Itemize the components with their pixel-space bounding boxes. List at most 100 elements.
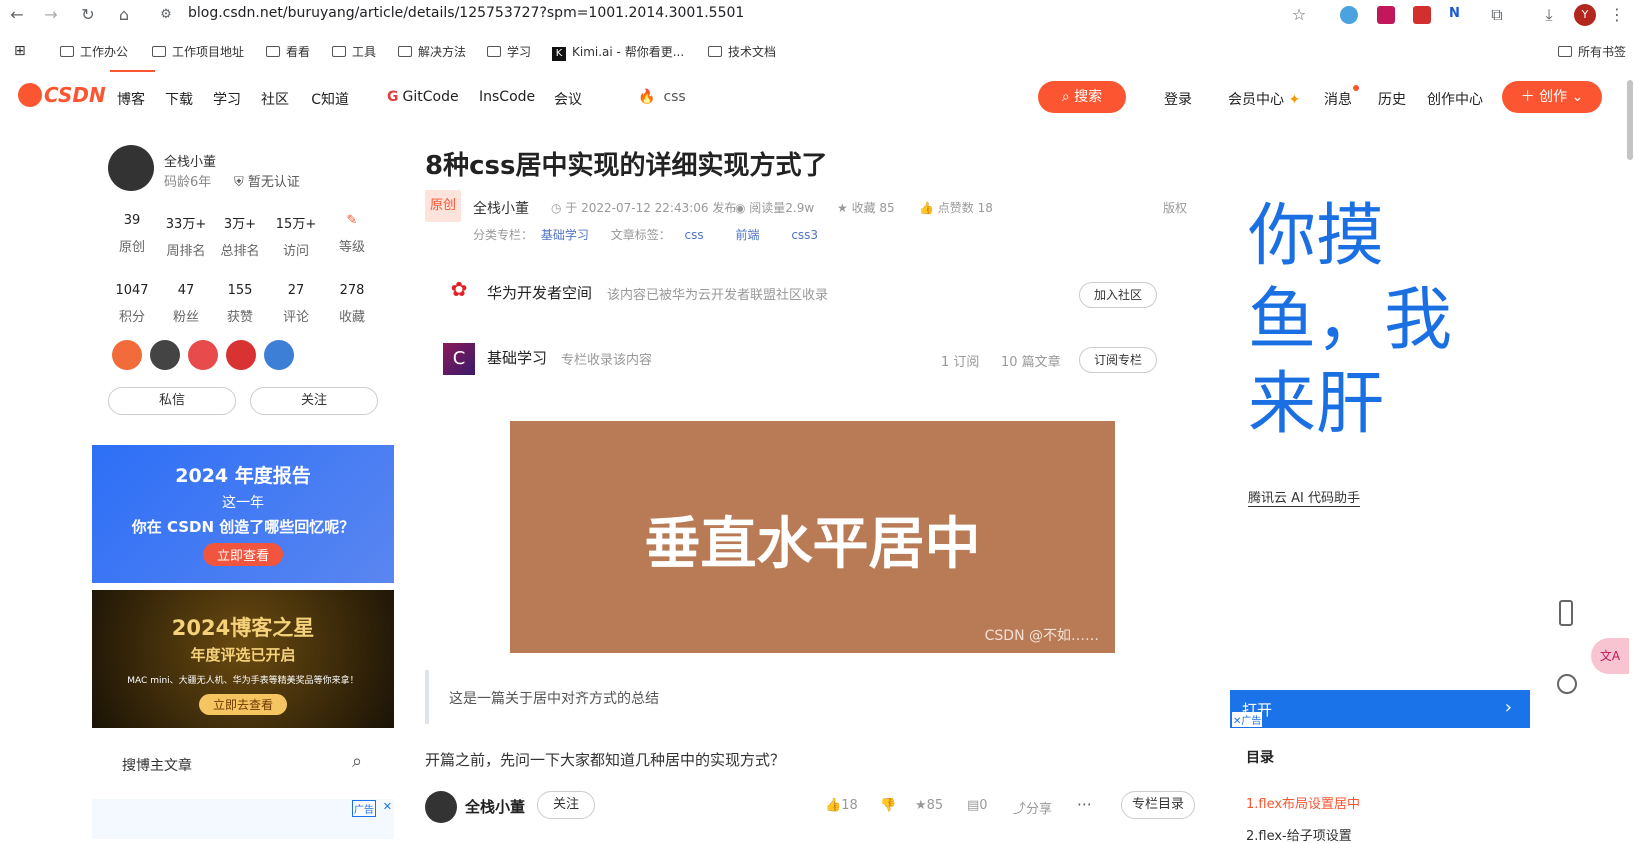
bookmark-folder[interactable]: 工作办公: [60, 43, 128, 60]
stat-fans[interactable]: 47 粉丝: [158, 283, 214, 325]
article-author[interactable]: 全栈小董: [473, 198, 529, 218]
bottom-favorite[interactable]: ★85: [915, 798, 943, 813]
avatar[interactable]: [425, 791, 457, 823]
like-count[interactable]: 👍 点赞数 18: [919, 199, 993, 216]
badge-icon[interactable]: [226, 340, 256, 370]
extension-icon[interactable]: N: [1449, 6, 1467, 24]
nav-learn[interactable]: 学习: [213, 89, 241, 109]
stat-week-rank[interactable]: 33万+ 周排名: [158, 213, 214, 259]
column-cover[interactable]: C: [443, 343, 475, 375]
url-bar[interactable]: blog.csdn.net/buruyang/article/details/1…: [188, 5, 744, 21]
creator-center[interactable]: 创作中心: [1427, 89, 1483, 109]
nav-community[interactable]: 社区: [261, 89, 289, 109]
badge-icon[interactable]: [150, 340, 180, 370]
message-button[interactable]: 私信: [108, 387, 236, 415]
blog-star-banner[interactable]: 2024博客之星 年度评选已开启 MAC mini、大疆无人机、华为手表等精美奖…: [92, 590, 394, 728]
extension-icon[interactable]: [1340, 6, 1358, 24]
bookmark-folder[interactable]: 工作项目地址: [152, 43, 244, 60]
nav-download[interactable]: 下载: [165, 89, 193, 109]
history[interactable]: 历史: [1378, 89, 1406, 109]
tencent-ad-link[interactable]: 腾讯云 AI 代码助手: [1248, 487, 1360, 507]
close-icon[interactable]: ✕: [383, 800, 392, 813]
stat-total-rank[interactable]: 3万+ 总排名: [212, 213, 268, 259]
forward-icon[interactable]: →: [40, 4, 62, 26]
column-name[interactable]: 基础学习: [487, 347, 547, 368]
tag-link[interactable]: 前端: [735, 228, 759, 242]
bottom-like[interactable]: 👍18: [825, 798, 858, 813]
star-view-button[interactable]: 立即去查看: [198, 694, 287, 715]
badge-icon[interactable]: [188, 340, 218, 370]
follow-button[interactable]: 关注: [250, 387, 378, 415]
menu-icon[interactable]: ⋮: [1606, 4, 1628, 26]
nav-cknow[interactable]: CC知道: [311, 89, 350, 109]
report-view-button[interactable]: 立即查看: [202, 543, 283, 566]
nav-blog[interactable]: 博客: [117, 89, 145, 109]
category-tag[interactable]: 基础学习: [541, 228, 589, 242]
scrollbar[interactable]: [1627, 80, 1633, 160]
bookmark-folder[interactable]: 解决方法: [398, 43, 466, 60]
subscribe-column-button[interactable]: 订阅专栏: [1079, 347, 1157, 373]
messages[interactable]: 消息: [1324, 89, 1352, 109]
stat-comments[interactable]: 27 评论: [268, 283, 324, 325]
bookmark-folder[interactable]: 技术文档: [708, 43, 776, 60]
stat-visits[interactable]: 15万+ 访问: [268, 213, 324, 259]
tag-link[interactable]: css3: [791, 228, 818, 242]
stat-likes[interactable]: 155 获赞: [212, 283, 268, 325]
badge-icon[interactable]: [112, 340, 142, 370]
bookmark-folder[interactable]: 工具: [332, 43, 376, 60]
extension-icon[interactable]: [1377, 6, 1395, 24]
search-button[interactable]: ⌕ 搜索: [1038, 81, 1126, 113]
toc-item[interactable]: 1.flex布局设置居中: [1246, 793, 1360, 812]
reload-icon[interactable]: ↻: [77, 4, 99, 26]
home-icon[interactable]: ⌂: [113, 4, 135, 26]
bookmark-folder[interactable]: 学习: [487, 43, 531, 60]
login-link[interactable]: 登录: [1164, 89, 1192, 109]
chat-icon[interactable]: [1557, 674, 1577, 694]
stat-points[interactable]: 1047 积分: [104, 283, 160, 325]
stat-favorites[interactable]: 278 收藏: [324, 283, 380, 325]
annual-report-banner[interactable]: 2024 年度报告 这一年 你在 CSDN 创造了哪些回忆呢？ 立即查看: [92, 445, 394, 583]
bottom-ad[interactable]: 广告 ✕: [92, 799, 394, 839]
vip-center[interactable]: 会员中心 ✦: [1228, 89, 1300, 109]
column-toc-button[interactable]: 专栏目录: [1121, 791, 1195, 819]
author-name[interactable]: 全栈小董: [164, 151, 216, 170]
nav-meeting[interactable]: 会议: [554, 89, 582, 109]
search-icon[interactable]: ⌕: [352, 751, 362, 772]
csdn-logo[interactable]: CSDN: [44, 83, 106, 107]
bookmark-kimi[interactable]: K Kimi.ai - 帮你看更...: [552, 43, 684, 61]
back-icon[interactable]: ←: [6, 4, 28, 26]
bookmark-folder[interactable]: 看看: [266, 43, 310, 60]
all-bookmarks[interactable]: 所有书签: [1558, 43, 1626, 60]
search-input[interactable]: 🔥 css: [638, 89, 686, 105]
create-button[interactable]: ＋ 创作 ⌄: [1502, 81, 1602, 113]
favorite-count[interactable]: ★ 收藏 85: [837, 199, 895, 216]
translate-icon[interactable]: 文A: [1591, 638, 1629, 674]
badge-icon[interactable]: [264, 340, 294, 370]
nav-inscode[interactable]: InsCode: [479, 89, 535, 105]
mobile-icon[interactable]: [1559, 600, 1573, 626]
join-community-button[interactable]: 加入社区: [1079, 282, 1157, 308]
avatar[interactable]: [108, 145, 154, 191]
community-name[interactable]: 华为开发者空间: [487, 282, 592, 303]
copyright-link[interactable]: 版权: [1163, 199, 1187, 216]
star-icon[interactable]: ☆: [1288, 4, 1310, 26]
thumbs-down-icon[interactable]: 👎: [880, 798, 896, 813]
bottom-comment[interactable]: ▤0: [967, 798, 988, 813]
extension-icon[interactable]: [1413, 6, 1431, 24]
apps-icon[interactable]: ⊞: [14, 43, 26, 59]
bottom-author[interactable]: 全栈小董: [465, 796, 525, 817]
tag-link[interactable]: css: [685, 228, 704, 242]
nav-gitcode[interactable]: G GitCode: [387, 89, 459, 105]
download-icon[interactable]: ⤓: [1538, 4, 1560, 26]
open-ad-button[interactable]: 打开 › ✕广告: [1230, 690, 1530, 728]
more-icon[interactable]: ⋯: [1077, 795, 1092, 813]
stat-original[interactable]: 39 原创: [104, 213, 160, 255]
search-blog-input[interactable]: 搜博主文章: [122, 755, 192, 775]
csdn-logo-icon[interactable]: [18, 83, 42, 107]
bottom-share[interactable]: ⤴分享: [1013, 798, 1052, 817]
puzzle-icon[interactable]: ⧉: [1486, 4, 1508, 26]
ad-slogan[interactable]: 你摸 鱼，我 来肝: [1248, 195, 1452, 447]
stat-level[interactable]: ✎ 等级: [324, 213, 380, 255]
site-info-icon[interactable]: ⚙: [155, 4, 177, 26]
profile-avatar[interactable]: Y: [1574, 4, 1596, 26]
